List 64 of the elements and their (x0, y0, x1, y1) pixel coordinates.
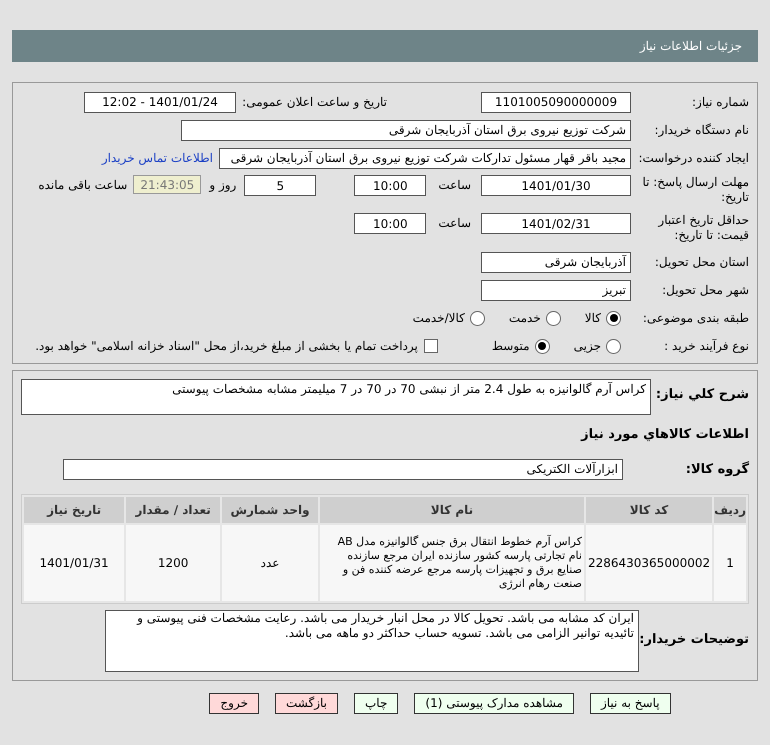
column-header: کد کالا (586, 496, 712, 522)
option-label: کالا (584, 310, 601, 327)
field-label: شرح كلي نياز: (654, 387, 749, 402)
option-label: کالا/خدمت (412, 310, 465, 327)
table-cell: 1200 (126, 524, 220, 600)
table-cell: 1 (714, 524, 746, 600)
radio-button[interactable] (606, 338, 621, 354)
column-header: ردیف (714, 496, 746, 522)
section-heading: اطلاعات کالاهاي مورد نياز (580, 426, 749, 444)
table-cell: 1401/01/31 (24, 524, 124, 600)
radio-button[interactable] (534, 338, 550, 354)
countdown-field: 21:43:05 (133, 175, 202, 194)
input-field[interactable]: مجید باقر قهار مسئول تدارکات شرکت توزیع نیروی برق استان آذربایجان شرقی (219, 148, 631, 168)
input-field[interactable]: شرکت توزیع نیروی برق استان آذربایجان شرقی (181, 120, 631, 140)
field-label: استان محل تحویل: (654, 254, 749, 270)
input-field[interactable]: 1401/01/30 (481, 175, 631, 196)
action-button[interactable]: مشاهده مدارک پیوستی (1) (414, 692, 574, 714)
radio-button[interactable] (546, 310, 561, 326)
field-label: ساعت (438, 178, 471, 193)
field-label: شهر محل تحویل: (661, 282, 749, 298)
input-field[interactable]: تبریز (481, 280, 631, 300)
input-field[interactable]: ابزارآلات الکتریکی (63, 458, 623, 480)
radio-button[interactable] (606, 310, 621, 326)
action-button[interactable]: چاپ (354, 692, 398, 714)
checkbox[interactable] (424, 339, 438, 353)
page-header: جزئیات اطلاعات نیاز (12, 30, 758, 62)
input-field[interactable]: 1101005090000009 (481, 92, 631, 112)
field-label: طبقه بندی موضوعی: (642, 310, 749, 326)
field-label: تاریخ و ساعت اعلان عمومی: (242, 94, 387, 110)
field-label: شماره نیاز: (691, 94, 749, 110)
field-label: نام دستگاه خریدار: (654, 122, 749, 138)
column-header: نام کالا (320, 496, 584, 522)
input-field[interactable]: آذربایجان شرقی (481, 252, 631, 272)
action-button[interactable]: بازگشت (275, 692, 338, 714)
field-label: ایجاد کننده درخواست: (637, 150, 749, 166)
column-header: تاریخ نیاز (24, 496, 124, 522)
field-label: ساعت (438, 216, 471, 231)
input-field[interactable]: 1401/01/24 - 12:02 (84, 92, 236, 112)
action-button[interactable]: پاسخ به نیاز (590, 692, 671, 714)
option-label: متوسط (492, 338, 530, 355)
field-label: ساعت باقی مانده (38, 178, 128, 193)
table-cell: کراس آرم خطوط انتقال برق جنس گالوانیزه مدل AB نام تجارتی پارسه کشور سازنده ایران مرجع سازنده صنایع برق و تجهیزات پارسه مرجع عرضه کننده فن و صنعت رهام انرژی (320, 524, 584, 600)
field-label: مهلت ارسال پاسخ: تا تاریخ: (641, 175, 749, 205)
column-header: واحد شمارش (222, 496, 318, 522)
input-field[interactable]: 10:00 (354, 213, 426, 234)
action-button[interactable]: خروج (209, 692, 259, 714)
notes-box: ایران کد مشابه می باشد. تحویل کالا در محل انبار خریدار می باشد. رعایت مشخصات فنی پیوستی و تائیدیه توانیر الزامی می باشد. تسویه حساب حداکثر دو ماهه می باشد. (105, 610, 639, 672)
radio-button[interactable] (470, 310, 485, 326)
input-field[interactable]: 10:00 (354, 175, 426, 196)
field-label: گروه کالا: (684, 462, 749, 476)
field-label: توضیحات خریدار: (639, 632, 749, 646)
table-cell: عدد (222, 524, 318, 600)
field-label: روز و (209, 178, 236, 193)
description-box: کراس آرم گالوانیزه به طول 2.4 متر از نبشی 70 در 70 در 7 میلیمتر مشابه مشخصات پیوستی (21, 379, 651, 415)
buyer-contact-link[interactable]: اطلاعات تماس خریدار (102, 149, 213, 167)
field-label: نوع فرآیند خرید : (663, 338, 749, 354)
input-field[interactable]: 5 (244, 175, 316, 196)
input-field[interactable]: 1401/02/31 (481, 213, 631, 234)
field-label: حداقل تاریخ اعتبار قیمت: تا تاریخ: (656, 213, 749, 243)
option-label: جزیی (574, 338, 601, 355)
table-cell: 2286430365000002 (586, 524, 712, 600)
option-label: خدمت (508, 310, 541, 327)
column-header: تعداد / مقدار (126, 496, 220, 522)
payment-option-label: پرداخت تمام یا بخشی از مبلغ خرید،از محل "اسناد خزانه اسلامی" خواهد بود. (35, 338, 418, 355)
